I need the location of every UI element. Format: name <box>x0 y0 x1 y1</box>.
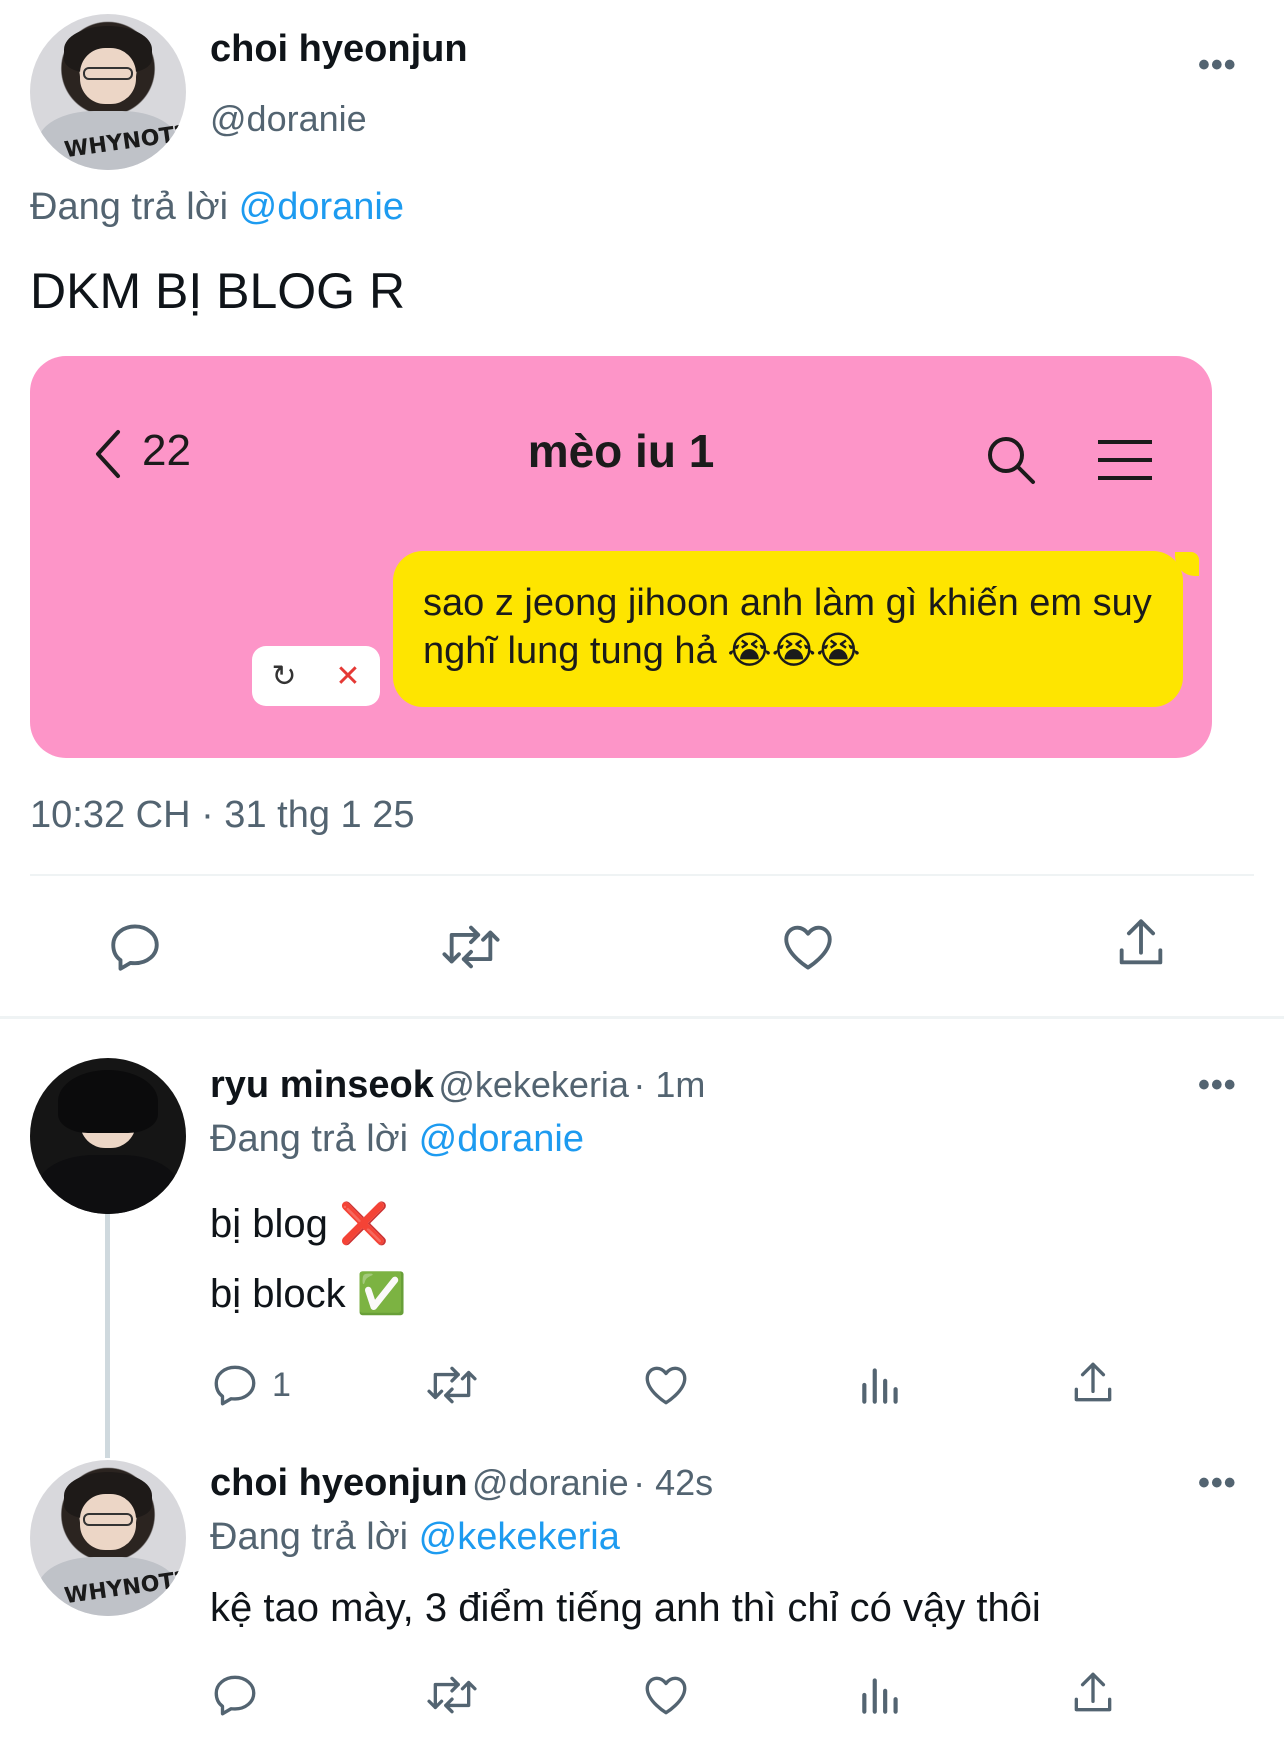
like-icon[interactable] <box>640 1670 692 1720</box>
tweet-timestamp[interactable]: 10:32 CH · 31 thg 1 25 <box>30 794 414 837</box>
reply-to-link[interactable]: @kekekeria <box>419 1516 620 1558</box>
reply-text: kệ tao mày, 3 điểm tiếng anh thì chỉ có … <box>210 1586 1041 1630</box>
reply-icon[interactable] <box>210 1360 260 1410</box>
more-icon[interactable]: ••• <box>1198 46 1237 85</box>
like-icon[interactable] <box>778 918 838 976</box>
delete-icon: ✕ <box>335 659 361 693</box>
retweet-icon[interactable] <box>438 918 504 976</box>
tweet-media-image[interactable]: 22 mèo iu 1 ↻ ✕ sao z jeong jihoon anh l… <box>30 356 1212 758</box>
reply-time[interactable]: · 1m <box>633 1064 705 1105</box>
reply-context: Đang trả lời @kekekeria <box>210 1516 620 1559</box>
reply-to-link[interactable]: @doranie <box>239 186 404 228</box>
share-icon[interactable] <box>1068 1358 1118 1408</box>
failed-message-actions: ↻ ✕ <box>252 646 380 706</box>
tweet-text: DKM BỊ BLOG R <box>30 263 406 319</box>
author-avatar[interactable]: WHYNOT?! <box>30 14 186 170</box>
reply-text-line: bị block ✅ <box>210 1272 407 1316</box>
reply-avatar[interactable] <box>30 1058 186 1214</box>
retweet-icon[interactable] <box>424 1360 480 1410</box>
like-icon[interactable] <box>640 1360 692 1410</box>
reply-time[interactable]: · 42s <box>633 1462 713 1503</box>
reply-count: 1 <box>272 1366 291 1404</box>
reply-prefix: Đang trả lời <box>210 1118 409 1160</box>
reply-prefix: Đang trả lời <box>30 186 229 228</box>
divider <box>30 874 1254 876</box>
reply-author-name[interactable]: choi hyeonjun <box>210 1462 468 1504</box>
reply-icon[interactable] <box>210 1670 260 1720</box>
avatar-glasses <box>83 67 133 80</box>
more-icon[interactable]: ••• <box>1198 1066 1237 1105</box>
chat-message-bubble: sao z jeong jihoon anh làm gì khiến em s… <box>393 551 1183 707</box>
avatar-glasses <box>83 1513 133 1526</box>
retweet-icon[interactable] <box>424 1670 480 1720</box>
menu-icon <box>1096 438 1154 487</box>
search-icon <box>985 434 1037 491</box>
author-name[interactable]: choi hyeonjun <box>210 28 468 71</box>
reply-icon[interactable] <box>106 918 164 976</box>
reply-text-line: bị blog ❌ <box>210 1202 389 1246</box>
views-icon[interactable] <box>856 1670 906 1720</box>
more-icon[interactable]: ••• <box>1198 1464 1237 1503</box>
reply-author-handle[interactable]: @doranie <box>472 1462 629 1503</box>
reply-header: ryu minseok @kekekeria · 1m <box>210 1064 705 1107</box>
author-handle[interactable]: @doranie <box>210 98 367 140</box>
views-icon[interactable] <box>856 1360 906 1410</box>
reply-context: Đang trả lời @doranie <box>210 1118 584 1161</box>
share-icon[interactable] <box>1068 1668 1118 1718</box>
retry-icon: ↻ <box>271 659 297 693</box>
reply-avatar[interactable]: WHYNOT?! <box>30 1460 186 1616</box>
reply-context: Đang trả lời @doranie <box>30 186 404 229</box>
reply-to-link[interactable]: @doranie <box>419 1118 584 1160</box>
reply-author-handle[interactable]: @kekekeria <box>438 1064 629 1105</box>
avatar-shirt <box>37 1154 179 1214</box>
reply-prefix: Đang trả lời <box>210 1516 409 1558</box>
share-icon[interactable] <box>1112 914 1170 972</box>
reply-header: choi hyeonjun @doranie · 42s <box>210 1462 713 1505</box>
section-divider <box>0 1016 1284 1019</box>
avatar-hair <box>58 1070 158 1133</box>
reply-author-name[interactable]: ryu minseok <box>210 1064 434 1106</box>
